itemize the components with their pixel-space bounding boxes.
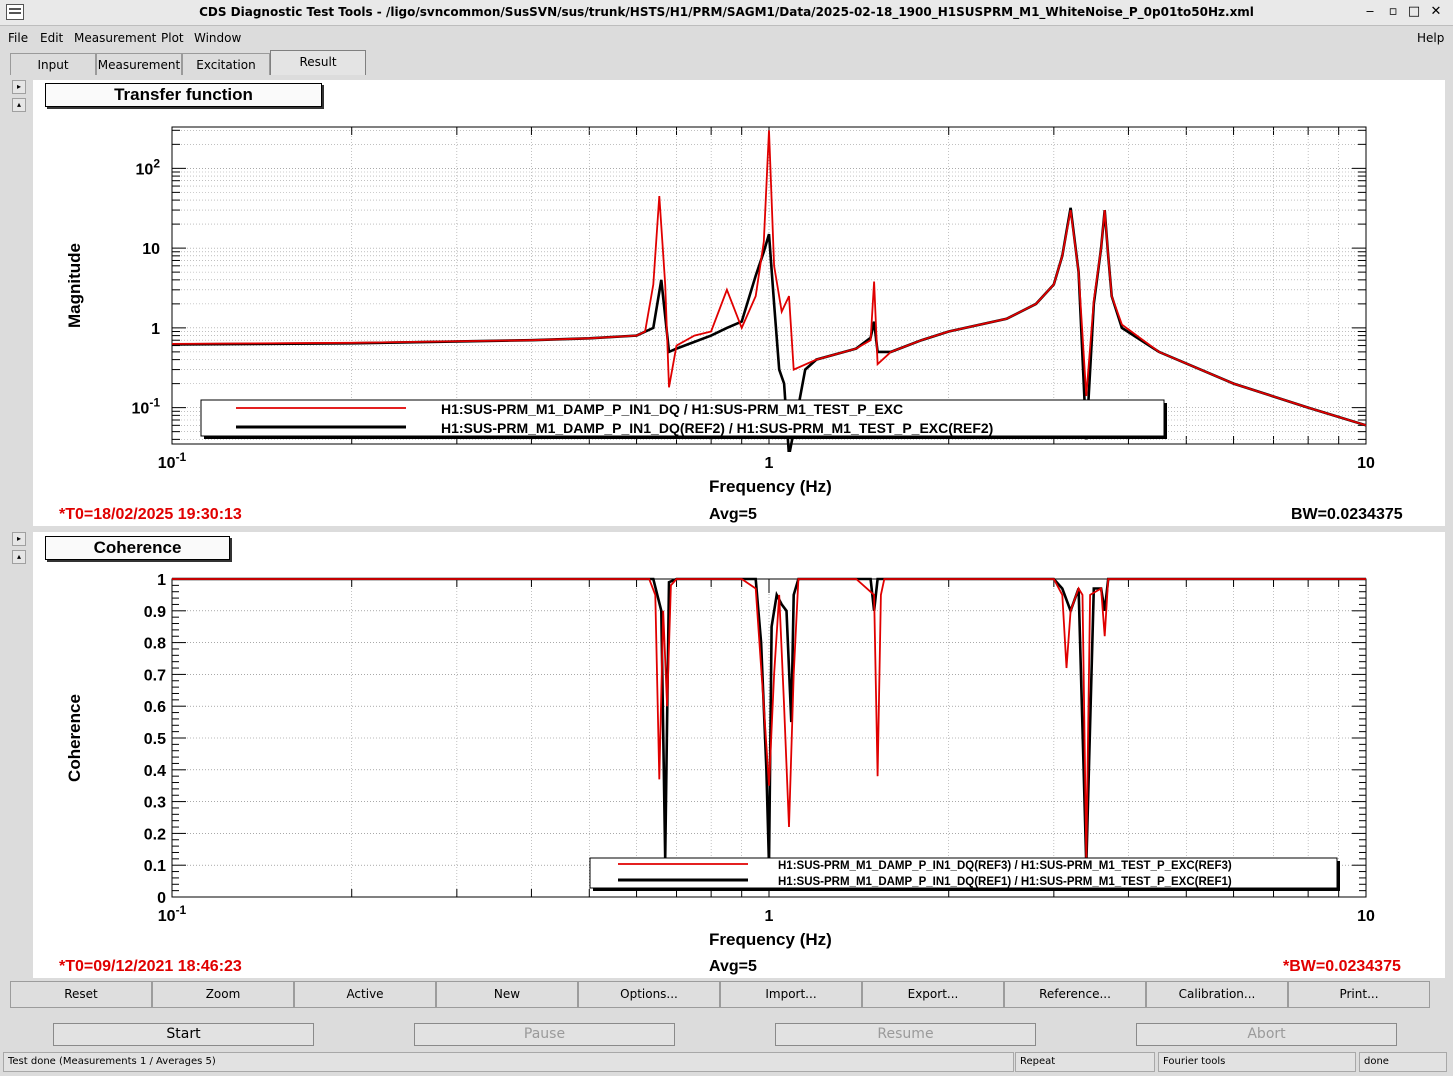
panel-arrows-top: ▸ ▴ [12,80,28,114]
coherence-avg-label: Avg=5 [709,958,757,975]
tab-excitation[interactable]: Excitation [182,53,270,75]
status-tool: Fourier tools [1158,1052,1356,1072]
tab-result[interactable]: Result [270,50,366,75]
legend-label: H1:SUS-PRM_M1_DAMP_P_IN1_DQ(REF2) / H1:S… [441,420,993,436]
x-tick-label: 10 [1357,908,1375,925]
y-tick-label: 0 [157,890,166,907]
x-tick-label: 10 [1357,455,1375,472]
new-button[interactable]: New [436,981,578,1008]
expand-arrow-icon[interactable]: ▸ [12,532,26,546]
abort-button[interactable]: Abort [1136,1023,1397,1046]
y-tick-label: 0.7 [144,667,166,684]
collapse-arrow-icon[interactable]: ▴ [12,98,26,112]
menu-bar: File Edit Measurement Plot Window Help [0,27,1453,49]
plot-frame [171,126,1367,445]
y-tick-label: 0.6 [144,699,166,716]
tab-input[interactable]: Input [10,53,96,75]
transfer-bw-label: BW=0.0234375 [1291,506,1403,523]
calibration-button[interactable]: Calibration... [1146,981,1288,1008]
pause-button[interactable]: Pause [414,1023,675,1046]
x-tick-label: 10-1 [158,450,187,472]
restore-icon[interactable]: ▫ [1383,3,1403,21]
window-title: CDS Diagnostic Test Tools - /ligo/svncom… [199,5,1254,19]
status-mode: Repeat [1015,1052,1155,1072]
coherence-panel: Coherence 10-1 1 10 0 0.1 0.2 0.3 0.4 0.5 0.6 0.7 0… [33,532,1445,978]
menu-file[interactable]: File [8,31,28,45]
start-button[interactable]: Start [53,1023,314,1046]
y-tick-label: 102 [136,156,161,178]
y-axis-title: Coherence [65,694,84,782]
status-message: Test done (Measurements 1 / Averages 5) [3,1052,1014,1072]
legend-label: H1:SUS-PRM_M1_DAMP_P_IN1_DQ(REF3) / H1:S… [778,860,1232,872]
x-tick-label: 1 [765,908,774,925]
tab-measurement[interactable]: Measurement [96,53,182,75]
export-button[interactable]: Export... [862,981,1004,1008]
active-button[interactable]: Active [294,981,436,1008]
plot-toolbar: Reset Zoom Active New Options... Import.… [8,981,1434,1008]
close-icon[interactable]: ✕ [1426,3,1446,21]
y-tick-label: 0.1 [144,858,166,875]
transfer-avg-label: Avg=5 [709,506,757,523]
panel-arrows-bottom: ▸ ▴ [12,532,28,566]
menu-edit[interactable]: Edit [40,31,63,45]
menu-help[interactable]: Help [1417,31,1444,45]
reset-button[interactable]: Reset [10,981,152,1008]
y-tick-label: 10 [142,241,160,258]
y-tick-label: 1 [151,321,160,338]
menu-window[interactable]: Window [194,31,241,45]
y-tick-label: 0.5 [144,731,166,748]
y-tick-label: 0.2 [144,826,166,843]
transfer-function-panel: Transfer function 10-1 1 10 10-1 1 10 102 Frequ… [33,80,1445,526]
coherence-bw-label: *BW=0.0234375 [1283,958,1401,975]
x-axis-title: Frequency (Hz) [709,477,832,496]
y-tick-label: 0.8 [144,636,166,653]
legend-label: H1:SUS-PRM_M1_DAMP_P_IN1_DQ(REF1) / H1:S… [778,876,1232,888]
expand-arrow-icon[interactable]: ▸ [12,80,26,94]
transfer-t0-label: *T0=18/02/2025 19:30:13 [59,506,242,523]
maximize-icon[interactable]: □ [1404,3,1424,21]
menu-measurement[interactable]: Measurement [74,31,156,45]
resume-button[interactable]: Resume [775,1023,1036,1046]
import-button[interactable]: Import... [720,981,862,1008]
y-tick-label: 0.4 [144,763,166,780]
legend-label: H1:SUS-PRM_M1_DAMP_P_IN1_DQ / H1:SUS-PRM… [441,401,903,417]
y-tick-label: 10-1 [132,396,161,418]
x-axis-title: Frequency (Hz) [709,930,832,949]
zoom-button[interactable]: Zoom [152,981,294,1008]
coherence-t0-label: *T0=09/12/2021 18:46:23 [59,958,242,975]
status-state: done [1359,1052,1447,1072]
print-button[interactable]: Print... [1288,981,1430,1008]
collapse-arrow-icon[interactable]: ▴ [12,550,26,564]
window-title-bar: CDS Diagnostic Test Tools - /ligo/svncom… [0,0,1453,26]
y-tick-label: 1 [157,572,166,589]
transfer-function-chart[interactable]: 10-1 1 10 10-1 1 10 102 Frequency (Hz) Magnitude… [33,80,1445,526]
x-tick-label: 1 [765,455,774,472]
y-tick-label: 0.3 [144,795,166,812]
reference-button[interactable]: Reference... [1004,981,1146,1008]
y-axis-title: Magnitude [65,243,84,328]
y-tick-label: 0.9 [144,604,166,621]
menu-plot[interactable]: Plot [161,31,184,45]
coherence-chart[interactable]: 10-1 1 1000.10.20.30.40.50.60.70.80.91Freq… [33,532,1445,978]
options-button[interactable]: Options... [578,981,720,1008]
minimize-icon[interactable]: ‒ [1360,3,1380,21]
